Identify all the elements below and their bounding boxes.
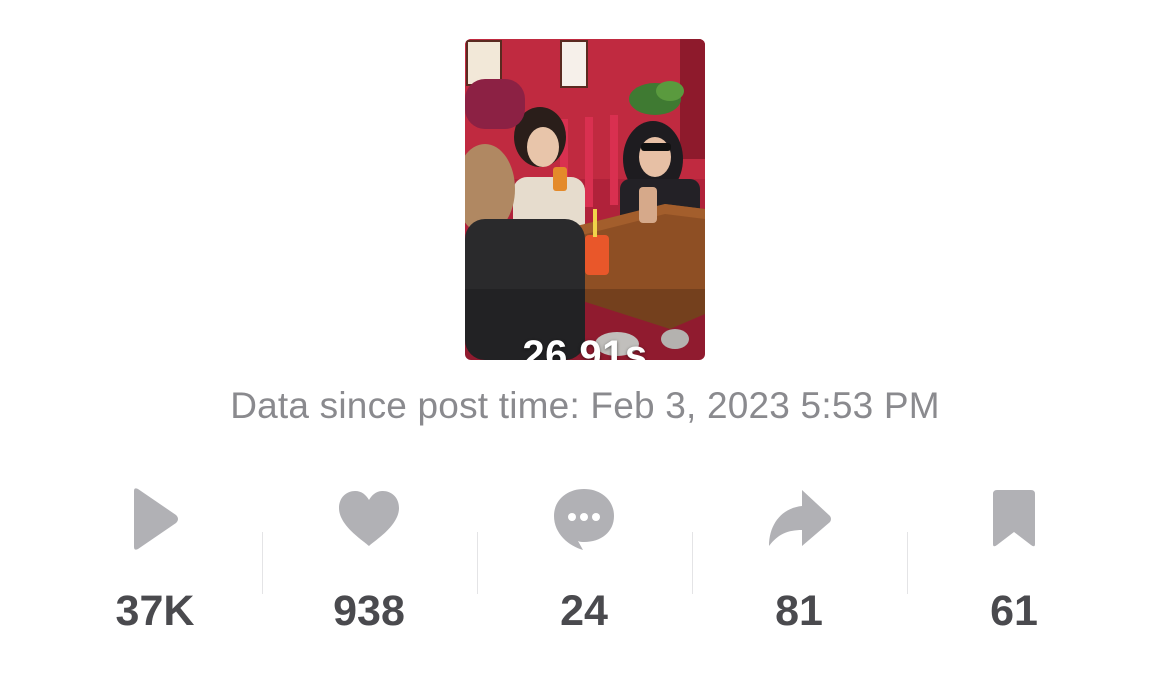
stat-comments: 24 — [489, 484, 679, 654]
stat-saves: 61 — [919, 484, 1109, 654]
saves-count: 61 — [990, 587, 1038, 635]
thumbnail-image — [465, 39, 705, 360]
bookmark-icon — [979, 484, 1049, 554]
likes-count: 938 — [333, 587, 405, 635]
stat-likes: 938 — [274, 484, 464, 654]
stat-divider — [907, 532, 908, 594]
stat-divider — [692, 532, 693, 594]
data-since-caption: Data since post time: Feb 3, 2023 5:53 P… — [230, 385, 940, 426]
comment-icon — [549, 484, 619, 554]
heart-icon — [334, 484, 404, 554]
plays-count: 37K — [115, 587, 195, 635]
stat-divider — [262, 532, 263, 594]
shares-count: 81 — [775, 587, 823, 635]
play-icon — [120, 484, 190, 554]
share-icon — [764, 484, 834, 554]
stat-divider — [477, 532, 478, 594]
video-duration: 26.91s — [522, 333, 648, 360]
stat-plays: 37K — [60, 484, 250, 654]
comments-count: 24 — [560, 587, 608, 635]
video-stats-page: 26.91s Data since post time: Feb 3, 2023… — [0, 0, 1170, 691]
stat-shares: 81 — [704, 484, 894, 654]
video-thumbnail[interactable]: 26.91s — [465, 39, 705, 360]
